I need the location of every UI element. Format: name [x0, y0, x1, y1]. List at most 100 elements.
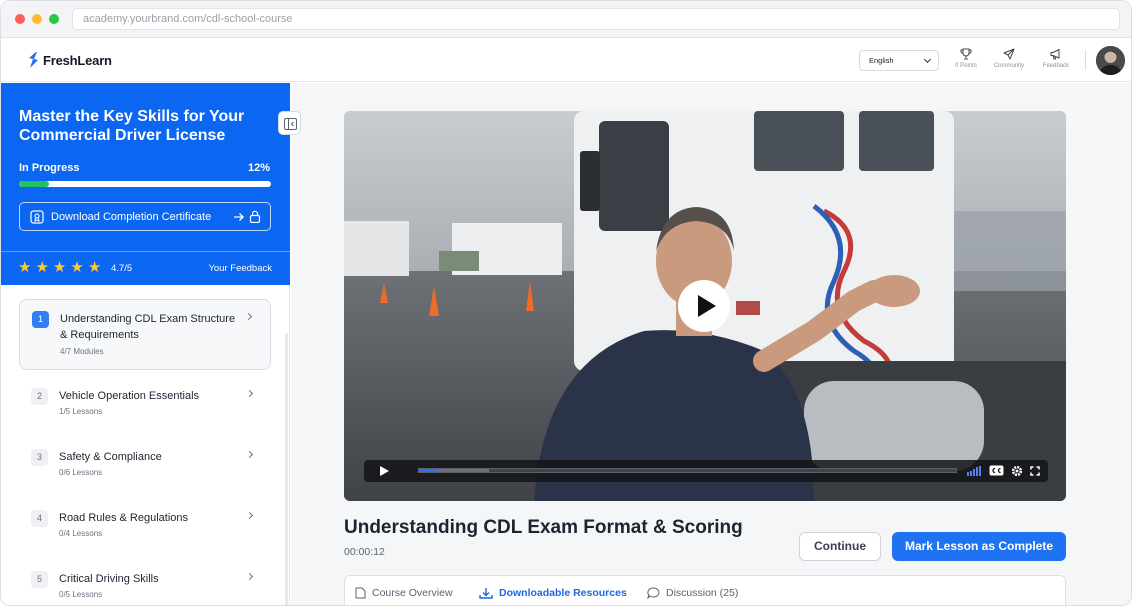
megaphone-icon [1050, 49, 1060, 60]
play-small-icon[interactable] [378, 465, 390, 477]
captions-icon[interactable] [989, 465, 1004, 476]
module-item[interactable]: 1 Understanding CDL Exam Structure & Req… [19, 299, 271, 370]
feedback-button[interactable]: Feedback [1036, 48, 1076, 69]
star-icon: ★ [87, 259, 102, 276]
module-progress: 1/5 Lessons [59, 407, 103, 416]
community-button[interactable]: Community [989, 48, 1029, 69]
mark-complete-button[interactable]: Mark Lesson as Complete [892, 532, 1066, 561]
module-item[interactable]: 3 Safety & Compliance 0/6 Lessons [19, 441, 271, 493]
browser-chrome: academy.yourbrand.com/cdl-school-course [1, 1, 1131, 38]
download-certificate-button[interactable]: Download Completion Certificate [19, 202, 271, 231]
course-sidebar: Master the Key Skills for Your Commercia… [1, 83, 290, 605]
language-select[interactable]: English [859, 50, 939, 71]
module-title: Vehicle Operation Essentials [59, 390, 200, 402]
course-title: Master the Key Skills for Your Commercia… [19, 108, 245, 144]
chevron-right-icon [244, 312, 253, 321]
lesson-duration: 00:00:12 [344, 546, 385, 558]
module-title: Understanding CDL Exam Structure & Requi… [60, 313, 236, 341]
app-header: FreshLearn English 0 Points Community Fe [1, 38, 1131, 82]
browser-window: academy.yourbrand.com/cdl-school-course … [0, 0, 1132, 606]
play-icon [698, 295, 716, 317]
points-label: 0 Points [955, 63, 977, 69]
user-avatar[interactable] [1096, 46, 1125, 75]
brand-logo-icon [29, 52, 38, 68]
points-button[interactable]: 0 Points [946, 48, 986, 69]
module-progress: 4/7 Modules [60, 347, 104, 356]
video-controls [364, 460, 1048, 482]
brand-logo[interactable]: FreshLearn [28, 52, 112, 68]
continue-button[interactable]: Continue [799, 532, 881, 561]
lesson-main: Understanding CDL Exam Format & Scoring … [291, 83, 1131, 605]
sidebar-scrollbar[interactable] [285, 333, 288, 605]
module-item[interactable]: 4 Road Rules & Regulations 0/4 Lessons [19, 502, 271, 554]
tab-label: Downloadable Resources [499, 587, 627, 599]
module-item[interactable]: 2 Vehicle Operation Essentials 1/5 Lesso… [19, 380, 271, 432]
volume-icon[interactable] [967, 466, 981, 476]
hero-divider [1, 251, 290, 252]
address-bar[interactable]: academy.yourbrand.com/cdl-school-course [72, 8, 1120, 30]
brand-name: FreshLearn [43, 52, 112, 68]
language-select-value: English [869, 56, 894, 65]
chevron-right-icon [245, 389, 254, 398]
tab-course-overview[interactable]: Course Overview [355, 587, 453, 599]
module-progress: 0/6 Lessons [59, 468, 103, 477]
tab-downloadable-resources[interactable]: Downloadable Resources [479, 587, 627, 599]
tab-label: Course Overview [372, 587, 453, 599]
collapse-sidebar-button[interactable] [278, 111, 301, 135]
seek-played [419, 469, 438, 472]
lesson-title: Understanding CDL Exam Format & Scoring [344, 517, 743, 538]
star-icon: ★ [70, 259, 84, 276]
download-icon [479, 588, 493, 599]
close-window-button[interactable] [15, 14, 25, 24]
trophy-icon [960, 48, 972, 60]
progress-percent: 12% [247, 162, 270, 174]
your-feedback-link[interactable]: Your Feedback [208, 263, 272, 274]
module-number: 2 [31, 388, 48, 405]
rating-value: 4.7/5 [111, 263, 133, 274]
module-progress: 0/4 Lessons [59, 529, 103, 538]
video-player[interactable] [344, 111, 1066, 501]
feedback-header-label: Feedback [1042, 63, 1070, 69]
module-number: 1 [32, 311, 49, 328]
module-title: Safety & Compliance [59, 451, 162, 463]
community-label: Community [993, 63, 1025, 69]
module-item[interactable]: 5 Critical Driving Skills 0/5 Lessons [19, 563, 271, 605]
document-icon [355, 587, 366, 599]
avatar-photo [1096, 46, 1125, 75]
chevron-right-icon [245, 450, 254, 459]
module-title: Road Rules & Regulations [59, 512, 189, 524]
header-divider [1085, 50, 1086, 70]
course-hero: Master the Key Skills for Your Commercia… [1, 83, 290, 285]
send-icon [1003, 48, 1015, 60]
seek-bar[interactable] [418, 468, 957, 473]
chevron-right-icon [245, 572, 254, 581]
module-number: 5 [31, 571, 48, 588]
fullscreen-icon[interactable] [1030, 466, 1040, 476]
tab-label: Discussion (25) [666, 587, 739, 599]
play-button[interactable] [678, 280, 730, 332]
star-icon: ★ [52, 259, 67, 276]
module-title: Critical Driving Skills [59, 573, 159, 585]
tab-discussion[interactable]: Discussion (25) [647, 587, 738, 599]
maximize-window-button[interactable] [49, 14, 59, 24]
progress-label: In Progress [19, 162, 80, 174]
chevron-down-icon [923, 55, 932, 64]
arrow-right-icon [234, 213, 244, 221]
module-number: 4 [31, 510, 48, 527]
progress-bar-fill [19, 181, 50, 187]
chevron-right-icon [245, 511, 254, 520]
progress-bar [19, 181, 271, 187]
star-icon: ★ [35, 259, 49, 276]
lock-icon [249, 210, 261, 223]
star-icon: ★ [18, 259, 32, 276]
certificate-label: Download Completion Certificate [51, 210, 212, 223]
rating-stars: ★ ★ ★ ★ ★ [18, 260, 101, 275]
settings-icon[interactable] [1011, 465, 1023, 477]
lesson-tabs: Course Overview Downloadable Resources D… [344, 575, 1066, 605]
chat-icon [647, 587, 660, 599]
minimize-window-button[interactable] [32, 14, 42, 24]
certificate-icon [30, 209, 44, 224]
module-number: 3 [31, 449, 48, 466]
sidebar-toggle-icon [284, 118, 297, 130]
module-progress: 0/5 Lessons [59, 590, 103, 599]
